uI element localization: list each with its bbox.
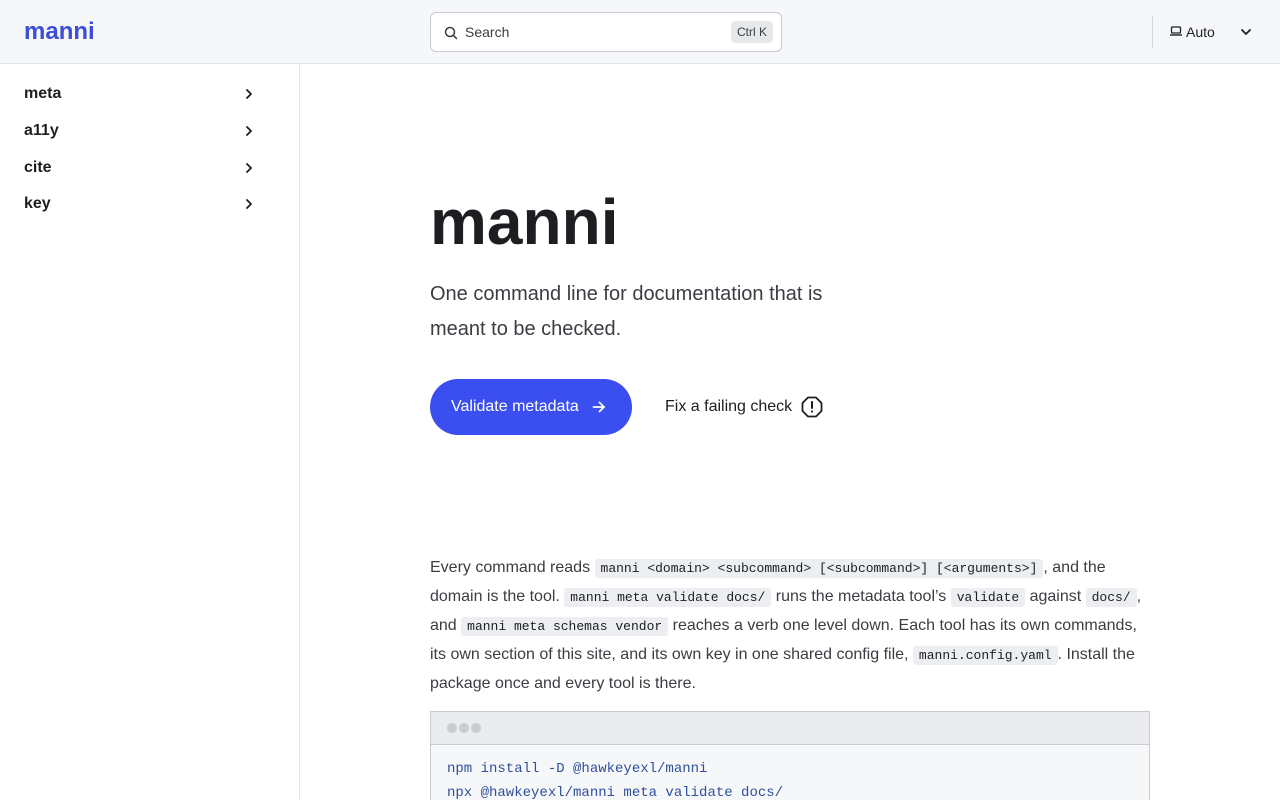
chevron-right-icon bbox=[246, 199, 252, 209]
sidebar-item-label: key bbox=[24, 195, 51, 212]
sidebar-item-key[interactable]: key bbox=[24, 190, 260, 218]
inline-code: validate bbox=[950, 588, 1026, 607]
button-label: Validate metadata bbox=[451, 398, 579, 415]
theme-label: Auto bbox=[1186, 24, 1215, 40]
chevron-right-icon bbox=[246, 89, 252, 99]
inline-code: manni meta validate docs/ bbox=[564, 588, 772, 607]
sidebar-item-meta[interactable]: meta bbox=[24, 80, 260, 108]
inline-code: docs/ bbox=[1085, 588, 1137, 607]
code-block[interactable]: npm install -D @hawkeyexl/manni npx @haw… bbox=[430, 711, 1150, 800]
navbar-divider bbox=[1152, 16, 1153, 48]
laptop-icon bbox=[1170, 26, 1182, 36]
inline-code: manni meta schemas vendor bbox=[461, 617, 669, 636]
code-line: npx @hawkeyexl/manni meta validate docs/ bbox=[447, 785, 784, 800]
link-label: Fix a failing check bbox=[665, 398, 793, 415]
inline-code: manni <domain> <subcommand> [<subcommand… bbox=[594, 559, 1044, 578]
intro-text: Every command reads bbox=[430, 559, 595, 576]
search-box[interactable]: Search Ctrl K bbox=[430, 12, 782, 52]
window-dot bbox=[471, 723, 481, 733]
chevron-down-icon[interactable] bbox=[1240, 26, 1252, 38]
page-title: manni bbox=[430, 186, 619, 258]
search-icon bbox=[444, 26, 458, 40]
sidebar: meta a11y cite key bbox=[0, 64, 300, 800]
sidebar-item-label: meta bbox=[24, 85, 62, 102]
chevron-right-icon bbox=[246, 126, 252, 136]
sidebar-item-label: cite bbox=[24, 159, 52, 176]
window-dot bbox=[447, 723, 457, 733]
intro-paragraph: Every command reads manni <domain> <subc… bbox=[430, 554, 1150, 698]
code-line: npm install -D @hawkeyexl/manni bbox=[447, 761, 708, 777]
intro-text: runs the metadata tool’s bbox=[771, 588, 951, 605]
sidebar-item-cite[interactable]: cite bbox=[24, 154, 260, 182]
sidebar-item-label: a11y bbox=[24, 122, 59, 139]
alert-octagon-icon bbox=[801, 396, 823, 418]
intro-text: against bbox=[1025, 588, 1086, 605]
inline-code: manni.config.yaml bbox=[912, 646, 1058, 665]
window-dot bbox=[459, 723, 469, 733]
search-shortcut-hint: Ctrl K bbox=[731, 21, 773, 43]
top-navbar: manni Search Ctrl K Auto bbox=[0, 0, 1280, 64]
validate-metadata-button[interactable]: Validate metadata bbox=[430, 379, 632, 435]
arrow-right-icon bbox=[592, 401, 605, 413]
site-logo[interactable]: manni bbox=[24, 16, 95, 48]
page-subtitle: One command line for documentation that … bbox=[430, 283, 823, 340]
chevron-right-icon bbox=[246, 163, 252, 173]
code-block-header bbox=[431, 712, 1149, 745]
sidebar-item-a11y[interactable]: a11y bbox=[24, 117, 260, 145]
search-placeholder: Search bbox=[465, 24, 510, 40]
